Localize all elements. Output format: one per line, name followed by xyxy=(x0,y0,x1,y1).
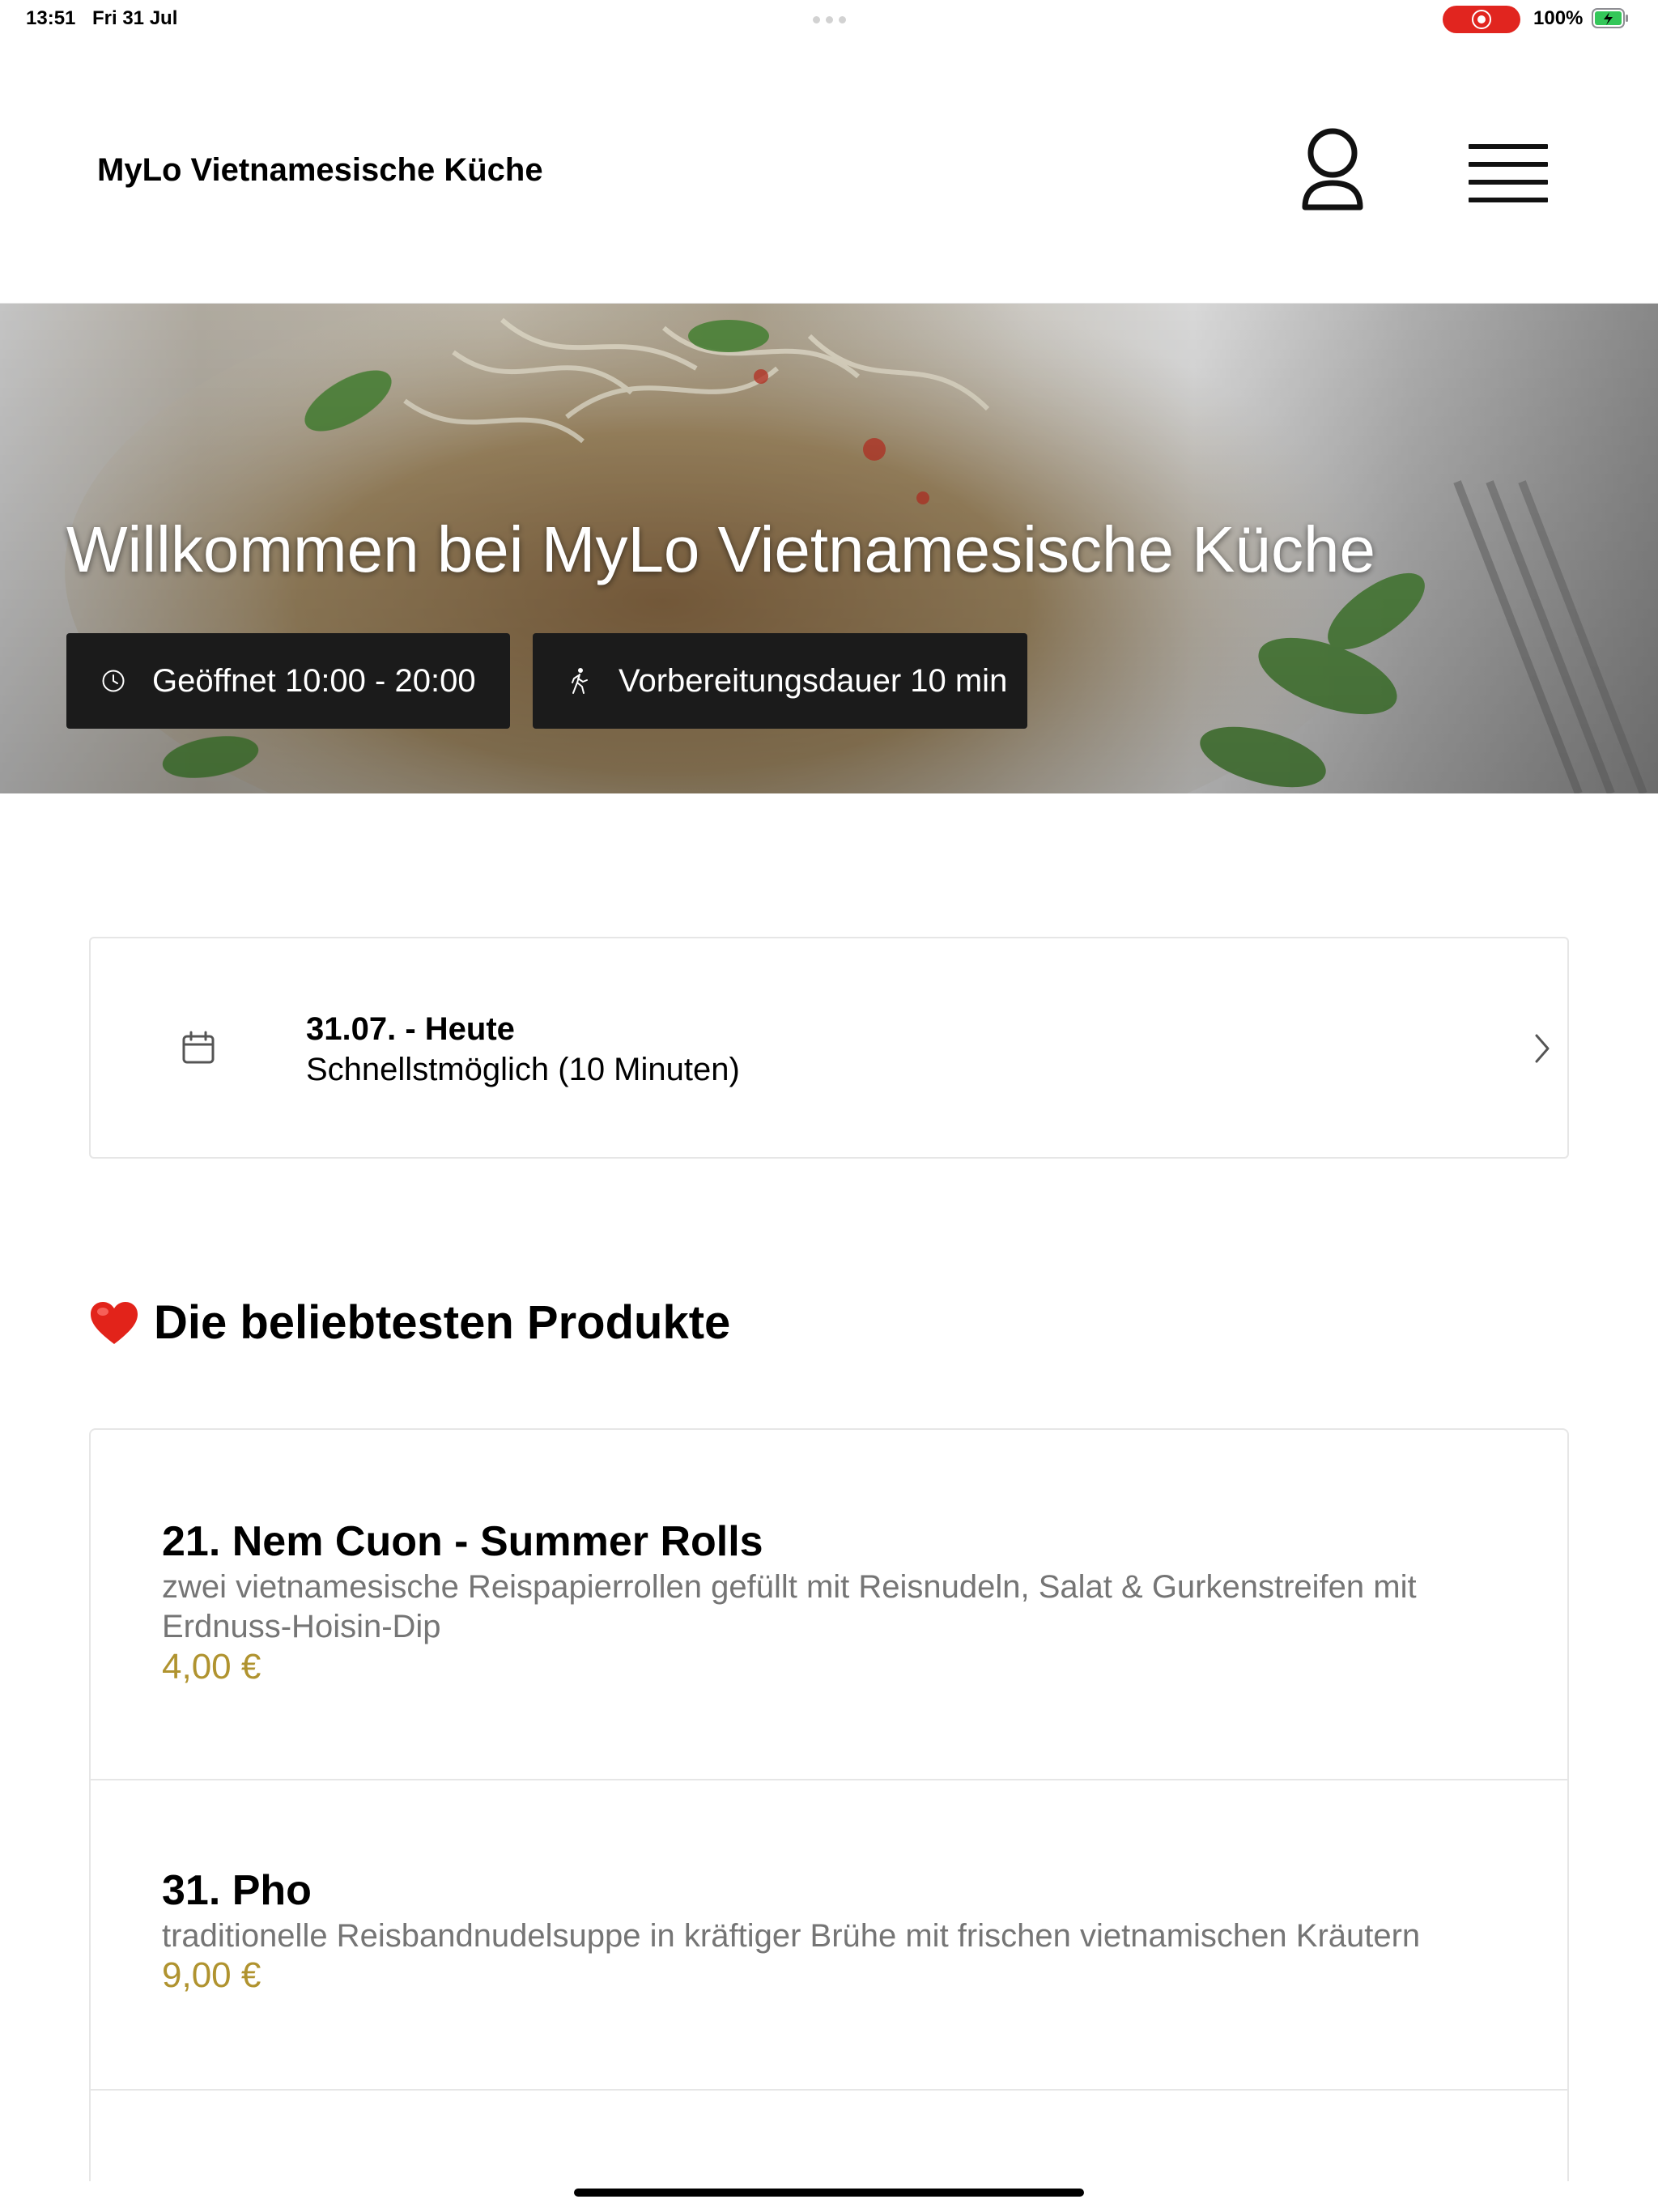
product-item[interactable]: 21. Nem Cuon - Summer Rolls zwei vietnam… xyxy=(91,1430,1567,1780)
product-name: 21. Nem Cuon - Summer Rolls xyxy=(162,1518,763,1565)
section-title: Die beliebtesten Produkte xyxy=(154,1296,731,1349)
product-price: 4,00 € xyxy=(162,1647,261,1687)
preparation-time-badge: Vorbereitungsdauer 10 min xyxy=(533,633,1027,729)
status-bar: 13:51 Fri 31 Jul 100% xyxy=(0,0,1658,39)
product-name: 31. Pho xyxy=(162,1867,312,1914)
product-price: 9,00 € xyxy=(162,1955,261,1995)
product-description: traditionelle Reisbandnudelsuppe in kräf… xyxy=(162,1918,1421,1954)
product-list: 21. Nem Cuon - Summer Rolls zwei vietnam… xyxy=(89,1428,1569,2181)
app-header: MyLo Vietnamesische Küche xyxy=(0,39,1658,304)
pickup-time-selector[interactable]: 31.07. - Heute Schnellstmöglich (10 Minu… xyxy=(89,937,1569,1159)
product-item[interactable] xyxy=(91,2091,1567,2181)
product-description: zwei vietnamesische Reispapierrollen gef… xyxy=(162,1569,1417,1644)
multitasking-dots-icon[interactable] xyxy=(813,16,846,23)
status-time: 13:51 xyxy=(26,7,76,29)
clock-icon xyxy=(97,665,130,697)
home-indicator[interactable] xyxy=(574,2189,1084,2197)
battery-charging-icon xyxy=(1592,8,1628,28)
hamburger-menu-icon[interactable] xyxy=(1464,136,1553,217)
popular-products-heading: Die beliebtesten Produkte xyxy=(89,1295,730,1350)
opening-hours-label: Geöffnet 10:00 - 20:00 xyxy=(152,662,476,699)
hero-title: Willkommen bei MyLo Vietnamesische Küche xyxy=(66,513,1375,585)
chevron-right-icon[interactable] xyxy=(1530,1031,1554,1066)
pickup-time-option: Schnellstmöglich (10 Minuten) xyxy=(306,1052,740,1087)
restaurant-name[interactable]: MyLo Vietnamesische Küche xyxy=(97,152,543,189)
screen-recording-icon[interactable] xyxy=(1443,6,1520,33)
hero-banner: Willkommen bei MyLo Vietnamesische Küche… xyxy=(0,304,1658,793)
preparation-time-label: Vorbereitungsdauer 10 min xyxy=(619,662,1008,699)
walking-person-icon xyxy=(563,665,596,697)
calendar-icon xyxy=(182,1031,215,1064)
person-icon[interactable] xyxy=(1292,123,1373,220)
opening-hours-badge: Geöffnet 10:00 - 20:00 xyxy=(66,633,510,729)
pickup-date: 31.07. - Heute xyxy=(306,1011,515,1047)
heart-icon xyxy=(91,1301,138,1344)
status-date: Fri 31 Jul xyxy=(92,7,178,29)
product-item[interactable]: 31. Pho traditionelle Reisbandnudelsuppe… xyxy=(91,1780,1567,2091)
battery-percentage: 100% xyxy=(1533,7,1584,29)
